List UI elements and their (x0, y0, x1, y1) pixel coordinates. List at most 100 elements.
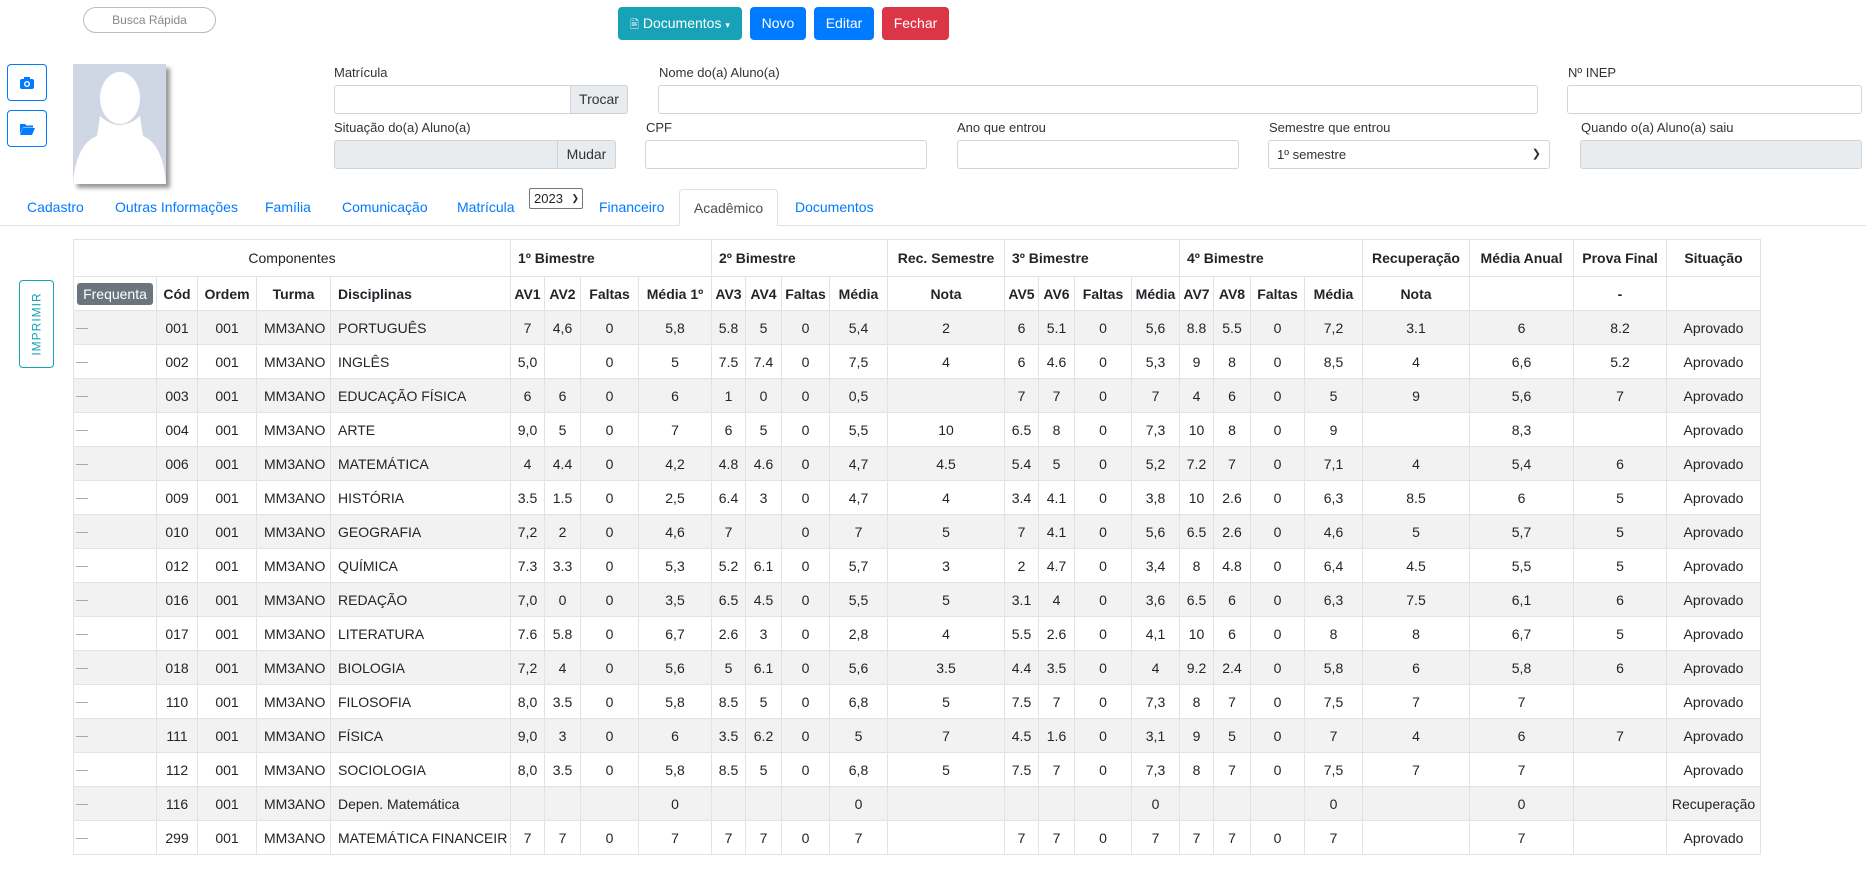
table-cell: 016 (156, 582, 198, 617)
table-cell: 0 (1074, 378, 1132, 413)
table-cell: 6,3 (1304, 582, 1363, 617)
saiu-input (1580, 140, 1862, 169)
table-cell: 9 (1179, 344, 1214, 379)
table-cell: 5 (1573, 548, 1667, 583)
table-cell: 5 (544, 412, 581, 447)
table-cell: 0 (1131, 786, 1180, 821)
table-row: 116 001 MM3ANO Depen. Matemática 0 0 0 0 0 Recupe… (73, 786, 1761, 821)
table-cell: 0 (781, 514, 830, 549)
table-cell: 3,5 (638, 582, 712, 617)
situacao-label: Situação do(a) Aluno(a) (334, 120, 471, 135)
column-header: Turma (256, 276, 331, 311)
table-cell: 5 (887, 514, 1005, 549)
table-cell: 3,1 (1131, 718, 1180, 753)
table-cell: 001 (197, 514, 257, 549)
table-cell: MM3ANO (256, 752, 331, 787)
frequenta-cell (73, 718, 157, 753)
tab-cadastro[interactable]: Cadastro (27, 189, 84, 226)
table-cell: 6.5 (1004, 412, 1039, 447)
table-cell: 4 (1362, 718, 1470, 753)
inep-input[interactable] (1567, 85, 1862, 114)
table-cell: 001 (197, 582, 257, 617)
table-cell: MM3ANO (256, 446, 331, 481)
table-cell: 7 (711, 820, 746, 855)
frequenta-badge[interactable]: Frequenta (77, 282, 153, 305)
tab-academico[interactable]: Acadêmico (679, 189, 778, 226)
folder-button[interactable] (7, 110, 47, 147)
table-cell: Aprovado (1666, 684, 1761, 719)
table-cell (1179, 786, 1214, 821)
table-cell: 2 (544, 514, 581, 549)
table-cell: 4.7 (1038, 548, 1075, 583)
new-button[interactable]: Novo (750, 7, 806, 40)
table-cell: 7 (1213, 446, 1251, 481)
matricula-input[interactable] (334, 85, 571, 114)
table-cell: 299 (156, 820, 198, 855)
table-cell: 5 (1213, 718, 1251, 753)
tab-matricula[interactable]: Matrícula (457, 189, 515, 226)
column-header: Faltas (580, 276, 639, 311)
table-cell: 0 (580, 412, 639, 447)
quick-search-input[interactable]: Busca Rápida (83, 7, 216, 33)
tab-financeiro[interactable]: Financeiro (599, 189, 664, 226)
year-select[interactable]: 2023 ❯ (529, 188, 583, 209)
table-cell: 0 (781, 548, 830, 583)
camera-button[interactable] (7, 64, 47, 101)
student-photo-avatar (73, 64, 166, 184)
tab-comunicacao[interactable]: Comunicação (342, 189, 428, 226)
frequenta-cell (73, 616, 157, 651)
table-cell: 6,1 (1469, 582, 1574, 617)
semestre-select[interactable]: 1º semestre ❯ (1268, 140, 1550, 169)
nome-input[interactable] (658, 85, 1538, 114)
table-cell: 5,8 (638, 684, 712, 719)
edit-button[interactable]: Editar (814, 7, 874, 40)
column-header: AV5 (1004, 276, 1039, 311)
group-bimestre-3: 3º Bimestre (1004, 239, 1180, 277)
dash-mark (76, 804, 88, 806)
column-header: Cód (156, 276, 198, 311)
table-cell (544, 344, 581, 379)
table-cell: 9,0 (510, 412, 545, 447)
table-cell: 7 (1469, 684, 1574, 719)
table-cell: 3 (745, 480, 782, 515)
table-cell: 004 (156, 412, 198, 447)
table-cell: 7 (1213, 752, 1251, 787)
table-cell: 0 (1074, 310, 1132, 345)
print-button[interactable]: IMPRIMIR (19, 280, 54, 368)
table-cell: Aprovado (1666, 718, 1761, 753)
documents-dropdown-button[interactable]: 🖹 Documentos ▾ (618, 7, 742, 40)
table-cell (1573, 684, 1667, 719)
table-cell: 7 (638, 820, 712, 855)
table-cell: 0 (1250, 378, 1305, 413)
table-cell: 7.4 (745, 344, 782, 379)
dash-mark (76, 362, 88, 364)
table-cell: 7.2 (1179, 446, 1214, 481)
table-cell: 0 (580, 616, 639, 651)
table-cell: 7,5 (1304, 752, 1363, 787)
table-cell: 8,0 (510, 752, 545, 787)
table-cell: MM3ANO (256, 718, 331, 753)
table-cell: 7 (1004, 820, 1039, 855)
trocar-button[interactable]: Trocar (570, 85, 628, 114)
close-button[interactable]: Fechar (882, 7, 949, 40)
table-cell: 5 (887, 684, 1005, 719)
table-cell: FÍSICA (330, 718, 511, 753)
table-cell: 4.5 (1362, 548, 1470, 583)
tab-outras-informacoes[interactable]: Outras Informações (115, 189, 238, 226)
mudar-button[interactable]: Mudar (557, 140, 616, 169)
table-row: 002 001 MM3ANO INGLÊS 5,0 0 5 7.5 7.4 0 7,5 4 6 4.6 0 5… (73, 344, 1761, 379)
tab-documentos[interactable]: Documentos (795, 189, 874, 226)
tab-familia[interactable]: Família (265, 189, 311, 226)
group-situacao: Situação (1666, 239, 1761, 277)
cpf-input[interactable] (645, 140, 927, 169)
group-prova-final: Prova Final (1573, 239, 1667, 277)
column-header: Nota (887, 276, 1005, 311)
table-cell: 6,7 (638, 616, 712, 651)
table-cell: 7 (1131, 820, 1180, 855)
dash-mark (76, 634, 88, 636)
table-cell: 001 (156, 310, 198, 345)
frequenta-cell (73, 820, 157, 855)
table-cell: 012 (156, 548, 198, 583)
ano-input[interactable] (957, 140, 1239, 169)
table-cell: 4 (887, 480, 1005, 515)
